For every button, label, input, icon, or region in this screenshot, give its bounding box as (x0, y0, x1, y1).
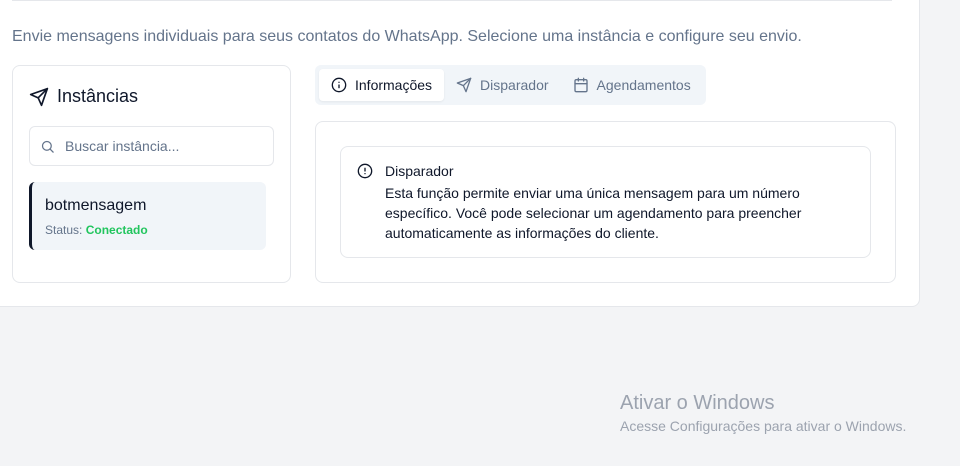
search-icon (40, 139, 55, 154)
watermark-title: Ativar o Windows (620, 392, 775, 414)
tab-agendamentos[interactable]: Agendamentos (561, 69, 703, 101)
instances-title: Instâncias (57, 86, 139, 106)
alert-title: Disparador (385, 163, 454, 179)
instance-name: botmensagem (45, 197, 147, 214)
tab-informacoes[interactable]: Informações (319, 69, 445, 101)
info-icon (331, 77, 347, 93)
instance-item-botmensagem[interactable]: botmensagem Status: Conectado (29, 182, 266, 250)
instance-search[interactable] (29, 126, 274, 166)
search-input[interactable] (65, 138, 255, 154)
tab-content-panel: Disparador Esta função permite enviar um… (315, 121, 896, 283)
watermark-subtitle: Acesse Configurações para ativar o Windo… (620, 418, 907, 434)
send-icon (29, 87, 49, 107)
top-divider (12, 0, 892, 1)
tab-disparador[interactable]: Disparador (444, 69, 560, 101)
instances-header: Instâncias (29, 86, 138, 107)
page-description: Envie mensagens individuais para seus co… (12, 28, 802, 45)
main-card: Envie mensagens individuais para seus co… (0, 0, 920, 307)
info-icon (357, 163, 373, 179)
send-icon (456, 77, 472, 93)
info-alert: Disparador Esta função permite enviar um… (340, 146, 871, 258)
instances-panel: Instâncias botmensagem Status: Conectado (12, 65, 291, 283)
instance-status: Status: Conectado (45, 223, 148, 237)
tab-label: Disparador (480, 77, 549, 93)
windows-activation-watermark: Ativar o Windows Acesse Configurações pa… (620, 392, 906, 434)
status-label: Status: (45, 223, 83, 237)
status-badge: Conectado (85, 223, 148, 237)
tab-label: Informações (355, 77, 433, 93)
calendar-icon (573, 77, 589, 93)
tab-label: Agendamentos (596, 77, 691, 93)
alert-description: Esta função permite enviar uma única men… (385, 185, 802, 241)
tabs-bar: Informações Disparador Agendamentos (315, 65, 706, 105)
